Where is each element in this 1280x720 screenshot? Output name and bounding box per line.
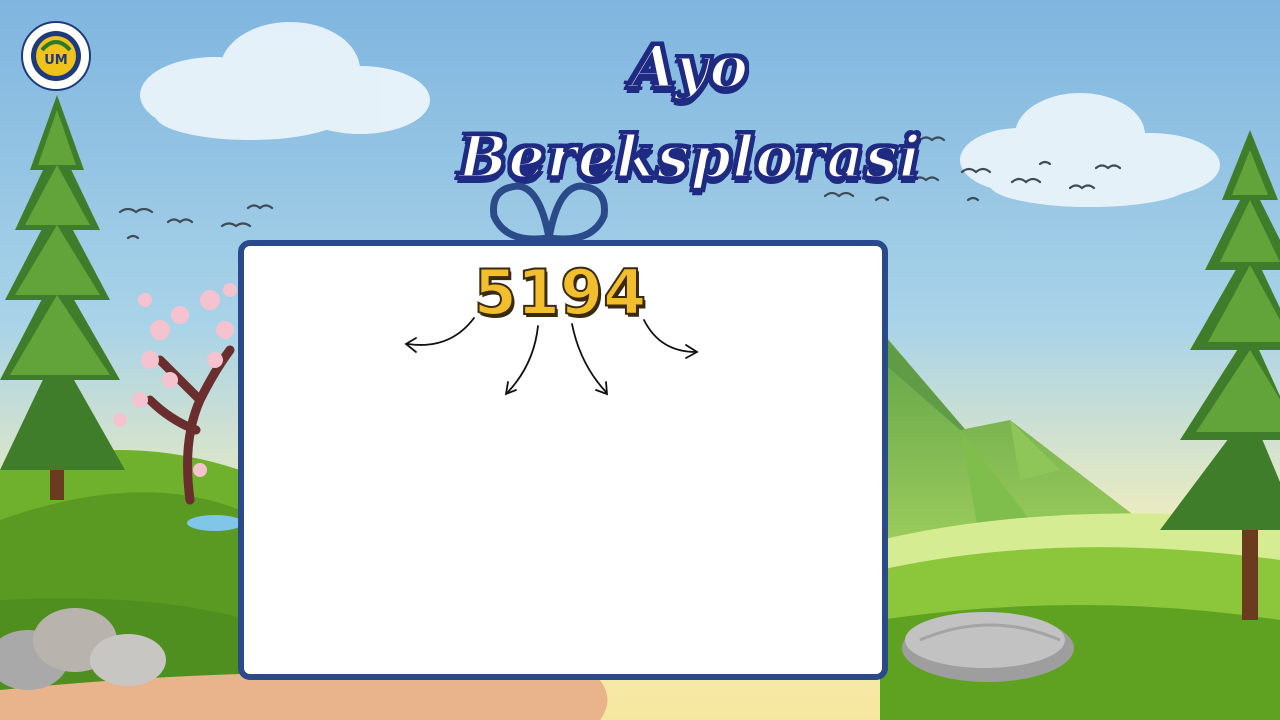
university-seal-icon: UM: [21, 21, 91, 91]
logo-mark: UM: [44, 53, 68, 68]
ribbon-bow-icon: [490, 182, 608, 243]
slide-canvas: UM Ayo Bereksplorasi 5194: [0, 0, 1280, 720]
slide-title: Ayo Bereksplorasi: [457, 32, 922, 193]
number-label: 5194: [473, 255, 648, 330]
